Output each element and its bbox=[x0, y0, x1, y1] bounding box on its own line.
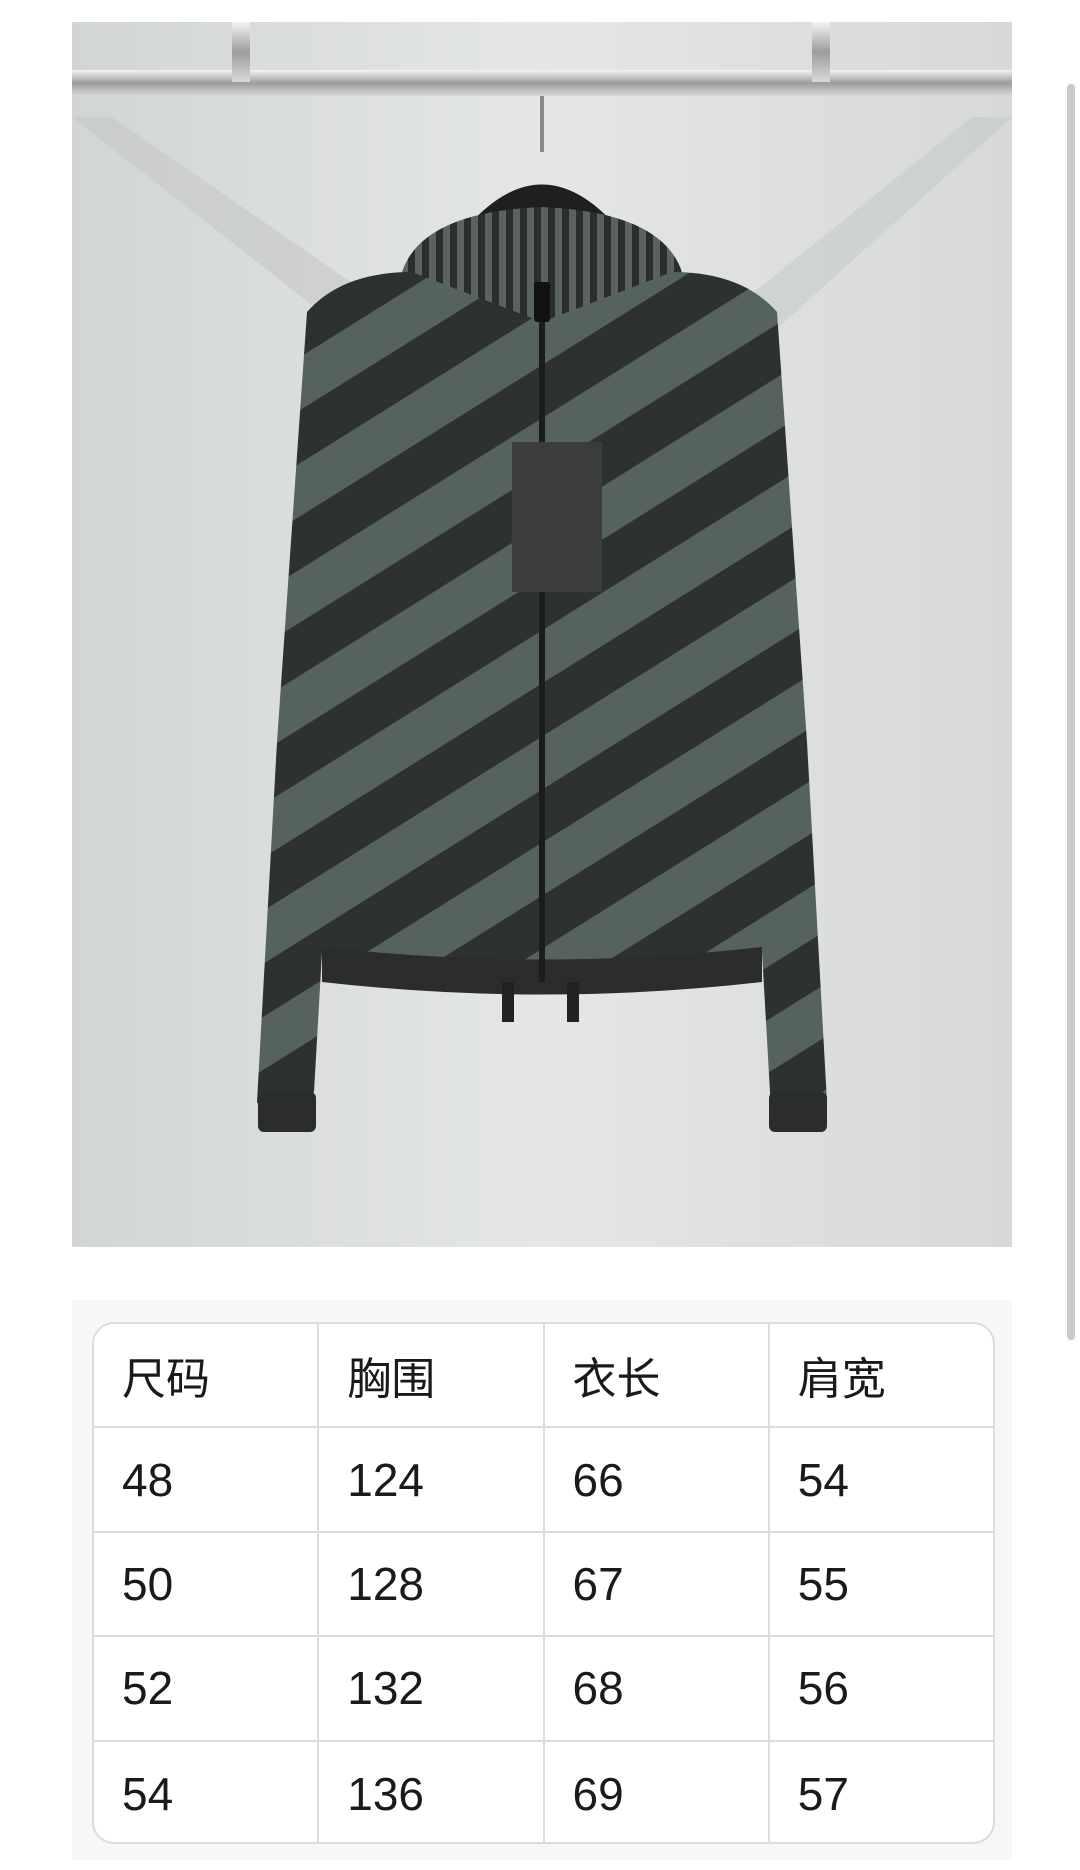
cell-shoulder: 55 bbox=[797, 1557, 849, 1610]
table-row: 48 124 66 54 bbox=[94, 1428, 993, 1533]
cell-length: 68 bbox=[545, 1637, 770, 1740]
cell-size: 52 bbox=[94, 1637, 320, 1740]
cell-size: 54 bbox=[94, 1741, 320, 1842]
scrollbar[interactable] bbox=[1067, 84, 1075, 1340]
page: 尺码 胸围 衣长 肩宽 48 124 66 54 50 128 67 55 52… bbox=[0, 0, 1080, 1870]
header-length: 衣长 bbox=[545, 1324, 770, 1427]
cell-chest: 132 bbox=[319, 1637, 545, 1740]
table-row: 50 128 67 55 bbox=[94, 1532, 993, 1638]
cell-size: 50 bbox=[94, 1532, 320, 1636]
cell-chest: 128 bbox=[319, 1532, 545, 1636]
header-size: 尺码 bbox=[94, 1324, 320, 1427]
header-shoulder: 肩宽 bbox=[797, 1354, 886, 1406]
cell-shoulder: 56 bbox=[797, 1662, 849, 1715]
cell-size: 48 bbox=[94, 1428, 320, 1531]
table-row: 54 136 69 57 bbox=[94, 1741, 993, 1842]
header-chest: 胸围 bbox=[319, 1324, 545, 1427]
table-row: 52 132 68 56 bbox=[94, 1637, 993, 1742]
cell-length: 66 bbox=[545, 1428, 770, 1531]
cell-shoulder: 54 bbox=[797, 1453, 849, 1506]
table-header-row: 尺码 胸围 衣长 肩宽 bbox=[94, 1324, 993, 1429]
jacket-illustration bbox=[72, 22, 1012, 1247]
cell-shoulder: 57 bbox=[797, 1767, 849, 1820]
cell-chest: 136 bbox=[319, 1741, 545, 1842]
cell-length: 67 bbox=[545, 1532, 770, 1636]
size-table: 尺码 胸围 衣长 肩宽 48 124 66 54 50 128 67 55 52… bbox=[92, 1322, 995, 1844]
cell-length: 69 bbox=[545, 1741, 770, 1842]
cell-chest: 124 bbox=[319, 1428, 545, 1531]
product-photo[interactable] bbox=[72, 22, 1012, 1247]
